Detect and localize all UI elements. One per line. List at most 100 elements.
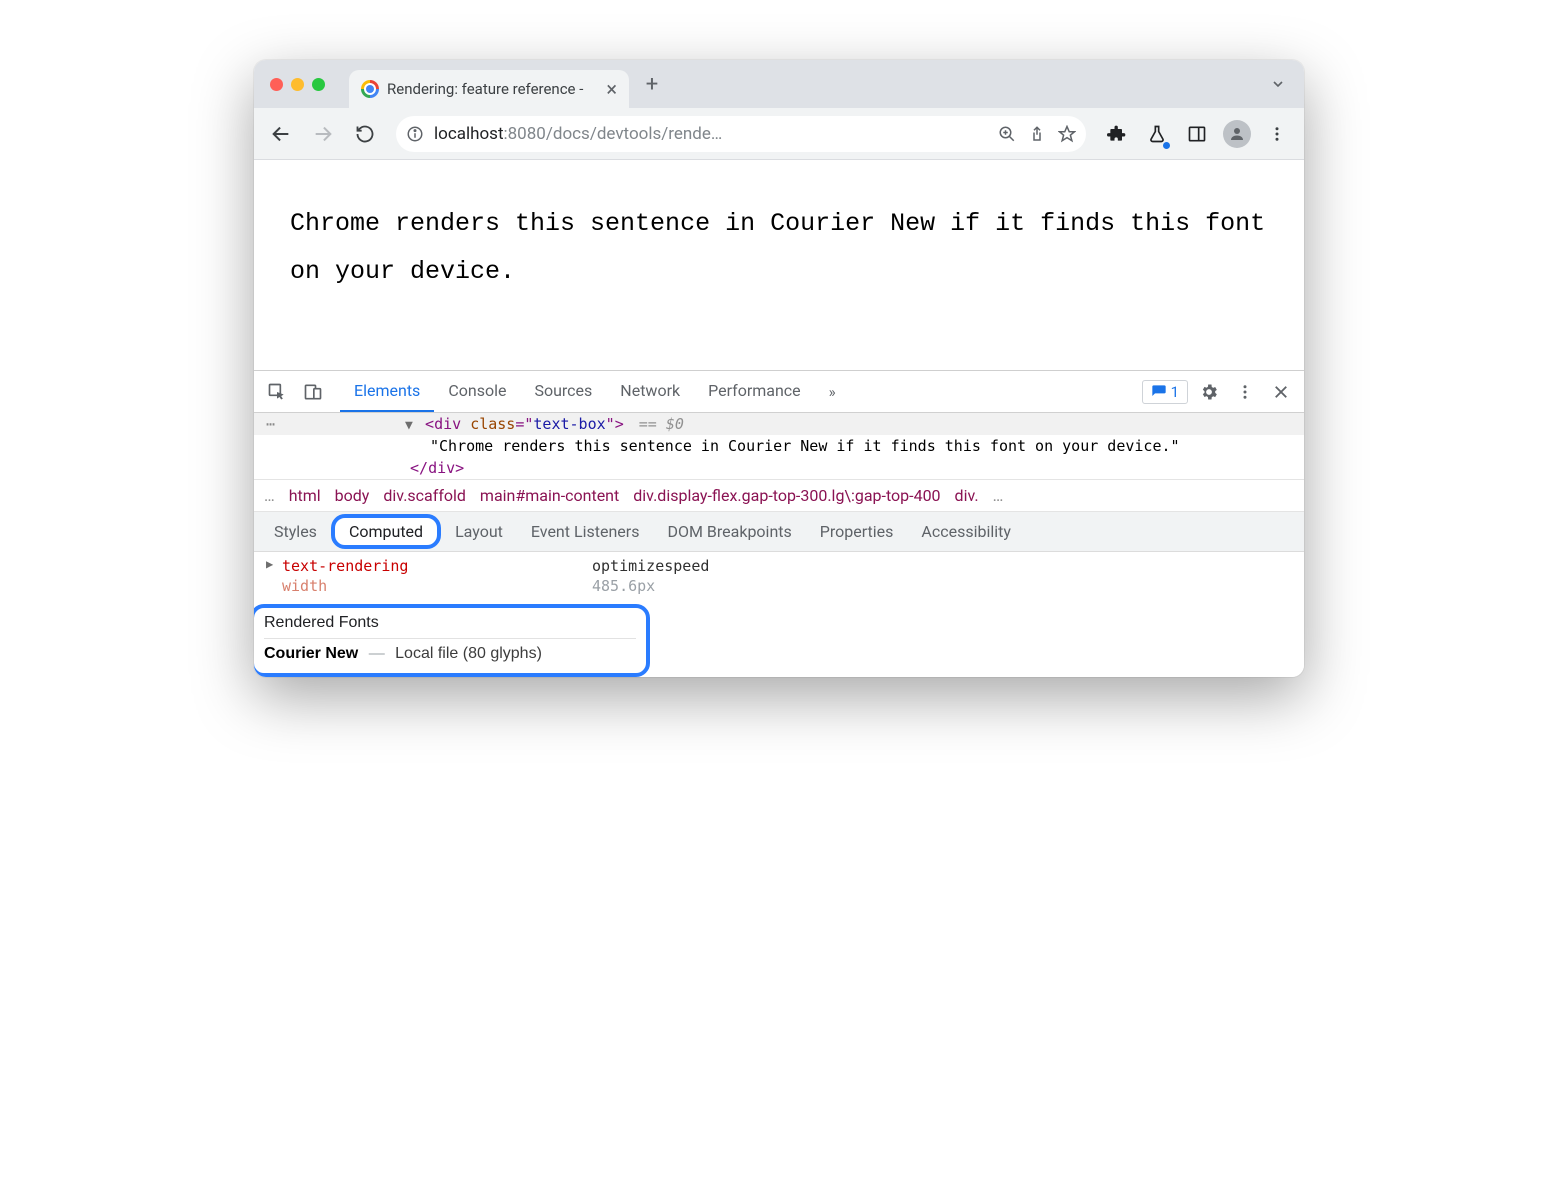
subtab-properties[interactable]: Properties (806, 514, 908, 549)
rendered-font-detail: Local file (80 glyphs) (395, 645, 542, 662)
maximize-window-button[interactable] (312, 78, 325, 91)
computed-prop-name: text-rendering (282, 557, 592, 575)
extensions-button[interactable] (1100, 117, 1134, 151)
url-text: localhost:8080/docs/devtools/rende… (434, 124, 988, 144)
dom-selected-row[interactable]: ⋯ ▼ <div class="text-box"> == $0 (254, 413, 1304, 435)
computed-prop-name: width (282, 577, 592, 595)
subtab-event-listeners[interactable]: Event Listeners (517, 514, 654, 549)
crumb-div-flex[interactable]: div.display-flex.gap-top-300.lg\:gap-top… (633, 486, 940, 505)
dom-breadcrumb: … html body div.scaffold main#main-conte… (254, 479, 1304, 512)
close-tab-icon[interactable]: × (606, 79, 617, 99)
gear-icon (1199, 382, 1219, 402)
minimize-window-button[interactable] (291, 78, 304, 91)
inspect-icon (267, 382, 287, 402)
browser-tab[interactable]: Rendering: feature reference - × (349, 70, 629, 108)
devtools-menu-button[interactable] (1230, 377, 1260, 407)
issues-count: 1 (1171, 383, 1179, 401)
breadcrumb-ellipsis-right[interactable]: … (993, 486, 1004, 505)
devtools-tabs: Elements Console Sources Network Perform… (340, 371, 815, 412)
forward-button[interactable] (306, 117, 340, 151)
crumb-div-scaffold[interactable]: div.scaffold (383, 486, 466, 505)
bookmark-star-icon[interactable] (1058, 125, 1076, 143)
kebab-icon (1268, 125, 1286, 143)
rendered-font-row: Courier New — Local file (80 glyphs) (264, 645, 636, 663)
dash-separator: — (369, 645, 385, 662)
tab-network[interactable]: Network (606, 371, 694, 412)
computed-row[interactable]: ▶ text-rendering optimizespeed (254, 556, 1304, 576)
collapse-triangle-icon[interactable]: ▼ (405, 418, 413, 433)
new-tab-button[interactable]: + (637, 69, 667, 99)
devtools-settings-button[interactable] (1194, 377, 1224, 407)
crumb-main[interactable]: main#main-content (480, 486, 619, 505)
crumb-body[interactable]: body (335, 486, 370, 505)
address-bar[interactable]: localhost:8080/docs/devtools/rende… (396, 116, 1086, 152)
devices-icon (303, 382, 323, 402)
devtools-panel: Elements Console Sources Network Perform… (254, 370, 1304, 677)
devtools-toolbar: Elements Console Sources Network Perform… (254, 371, 1304, 413)
share-icon[interactable] (1028, 125, 1046, 143)
more-tabs-button[interactable]: » (821, 383, 844, 401)
crumb-html[interactable]: html (289, 486, 321, 505)
site-info-icon[interactable] (406, 125, 424, 143)
page-body-text: Chrome renders this sentence in Courier … (290, 200, 1268, 295)
subtab-dom-breakpoints[interactable]: DOM Breakpoints (653, 514, 805, 549)
chevron-down-icon (1270, 76, 1286, 92)
tab-strip: Rendering: feature reference - × + (254, 60, 1304, 108)
avatar-icon (1223, 120, 1251, 148)
devtools-close-button[interactable] (1266, 377, 1296, 407)
profile-button[interactable] (1220, 117, 1254, 151)
tab-console[interactable]: Console (434, 371, 520, 412)
chrome-menu-button[interactable] (1260, 117, 1294, 151)
expand-triangle-icon[interactable]: ▶ (266, 557, 282, 575)
toolbar-right (1100, 117, 1294, 151)
reload-button[interactable] (348, 117, 382, 151)
close-icon (1272, 383, 1290, 401)
rendered-fonts-title: Rendered Fonts (264, 614, 636, 639)
close-window-button[interactable] (270, 78, 283, 91)
tab-elements[interactable]: Elements (340, 371, 434, 412)
tab-performance[interactable]: Performance (694, 371, 815, 412)
chrome-favicon-icon (361, 80, 379, 98)
reload-icon (355, 124, 375, 144)
arrow-right-icon (312, 123, 334, 145)
breadcrumb-ellipsis-left[interactable]: … (264, 486, 275, 505)
dom-text-node[interactable]: "Chrome renders this sentence in Courier… (254, 435, 1304, 457)
side-panel-button[interactable] (1180, 117, 1214, 151)
browser-toolbar: localhost:8080/docs/devtools/rende… (254, 108, 1304, 160)
puzzle-icon (1107, 124, 1127, 144)
omnibox-actions (998, 125, 1076, 143)
rendered-font-name: Courier New (264, 645, 358, 662)
subtab-layout[interactable]: Layout (441, 514, 517, 549)
computed-prop-value: 485.6px (592, 577, 655, 595)
back-button[interactable] (264, 117, 298, 151)
subtab-styles[interactable]: Styles (260, 514, 331, 549)
issues-button[interactable]: 1 (1142, 380, 1188, 404)
page-viewport: Chrome renders this sentence in Courier … (254, 160, 1304, 370)
device-toolbar-button[interactable] (298, 377, 328, 407)
rendered-fonts-section: Rendered Fonts Courier New — Local file … (254, 604, 650, 677)
tab-list-dropdown[interactable] (1264, 70, 1292, 98)
window-controls (270, 78, 325, 91)
tab-sources[interactable]: Sources (520, 371, 606, 412)
arrow-left-icon (270, 123, 292, 145)
zoom-icon[interactable] (998, 125, 1016, 143)
computed-prop-value: optimizespeed (592, 557, 709, 575)
dom-closing-tag: </div> (254, 457, 1304, 479)
dom-ellipsis-icon: ⋯ (262, 415, 279, 433)
dom-node: ▼ <div class="text-box"> == $0 (285, 415, 1296, 433)
computed-pane: ▶ text-rendering optimizespeed width 485… (254, 552, 1304, 677)
plus-icon: + (646, 72, 658, 97)
crumb-div-last[interactable]: div. (955, 486, 979, 505)
computed-row[interactable]: width 485.6px (254, 576, 1304, 596)
experiments-button[interactable] (1140, 117, 1174, 151)
flask-icon (1147, 124, 1167, 144)
subtab-computed[interactable]: Computed (331, 514, 441, 549)
subtab-accessibility[interactable]: Accessibility (907, 514, 1025, 549)
dom-selected-marker: == $0 (639, 415, 684, 433)
tab-title: Rendering: feature reference - (387, 80, 598, 98)
inspect-element-button[interactable] (262, 377, 292, 407)
elements-subtabs: Styles Computed Layout Event Listeners D… (254, 512, 1304, 552)
chevron-double-right-icon: » (829, 383, 836, 401)
browser-window: Rendering: feature reference - × + local… (254, 60, 1304, 677)
kebab-icon (1236, 383, 1254, 401)
